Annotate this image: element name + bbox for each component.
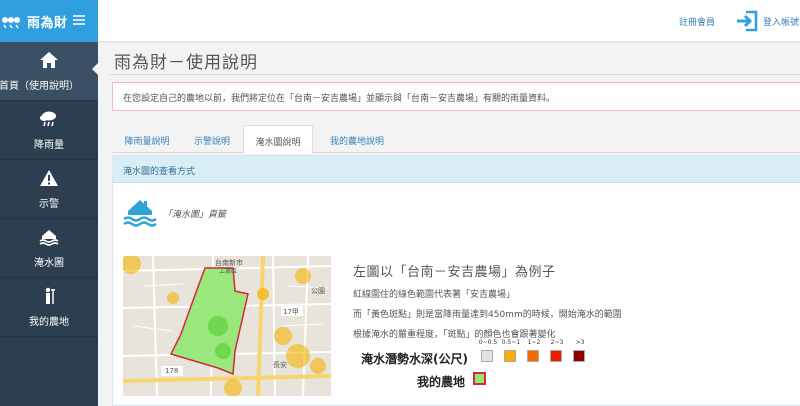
legend-item-label: 1~2	[527, 339, 541, 346]
legend-item-label: 0.5~1	[501, 339, 521, 346]
flood-house-icon	[39, 228, 59, 249]
map-label-road: 178	[165, 367, 179, 375]
login-link[interactable]: 登入帳號	[763, 15, 799, 28]
map-label-district: 工業區	[219, 268, 238, 275]
sidebar-item-label: 降雨量	[34, 139, 64, 151]
legend-item: 2~3	[546, 339, 568, 365]
warning-icon	[39, 169, 59, 190]
legend-item: >3	[569, 339, 591, 365]
tab-flood-map-help[interactable]: 淹水圖說明	[243, 125, 313, 154]
tab-warning-help[interactable]: 示警說明	[184, 125, 240, 153]
flood-house-icon	[123, 196, 157, 228]
cloud-drops-icon	[1, 14, 21, 29]
legend-item: 0.5~1	[500, 339, 522, 365]
farm-legend-label: 我的農地	[417, 375, 466, 389]
sidebar-item-warning[interactable]: 示警	[0, 160, 98, 219]
legend-item-label: 2~3	[550, 339, 564, 346]
description-line: 而「黃色斑點」則是當降雨量達到450mm的時候，開始淹水的範圍	[353, 310, 622, 320]
example-caption: 左圖以「台南－安吉農場」為例子	[353, 265, 556, 280]
hamburger-icon[interactable]	[73, 15, 85, 25]
legend-item: 1~2	[523, 339, 545, 365]
sidebar-item-label: 示警	[39, 198, 59, 210]
description-line: 紅線圍住的綠色範圍代表著「安吉農場」	[353, 290, 516, 300]
info-alert: 在您設定自己的農地以前，我們將定位在「台南－安吉農場」並顯示與「台南－安吉農場」…	[112, 82, 800, 111]
legend-title: 淹水潛勢水深(公尺)	[361, 352, 468, 366]
sidebar-item-rainfall[interactable]: 降雨量	[0, 101, 98, 160]
panel-heading: 淹水圖的查看方式	[113, 156, 800, 183]
sign-in-icon[interactable]	[736, 10, 758, 32]
sidebar-item-flood-map[interactable]: 淹水圖	[0, 219, 98, 278]
main-content: 雨為財－使用說明 在您設定自己的農地以前，我們將定位在「台南－安吉農場」並顯示與…	[98, 43, 800, 406]
farm-swatch	[473, 372, 486, 385]
tab-rainfall-help[interactable]: 降雨量說明	[112, 125, 182, 153]
rain-cloud-icon	[39, 110, 59, 131]
brand-name[interactable]: 雨為財	[27, 12, 68, 31]
flood-help-panel: 淹水圖的查看方式 「淹水圖」頁籤 台南新市 工業區 17甲 公園 178 長安 …	[112, 155, 800, 406]
tab-my-farm-help[interactable]: 我的農地說明	[317, 125, 397, 153]
brand-bar: 雨為財	[0, 0, 98, 42]
sidebar: 雨為財 首頁（使用說明） 降雨量 示警 淹水圖 我的農地	[0, 0, 99, 406]
map-label-place: 長安	[273, 361, 287, 369]
sidebar-item-home[interactable]: 首頁（使用說明）	[0, 42, 99, 101]
legend-item-label: 0~0.5	[478, 339, 498, 346]
legend-item-label: >3	[575, 339, 585, 346]
sidebar-nav: 首頁（使用說明） 降雨量 示警 淹水圖 我的農地	[0, 42, 99, 337]
example-flood-map: 台南新市 工業區 17甲 公園 178 長安	[123, 256, 331, 396]
tab-bar: 降雨量說明 示警說明 淹水圖說明 我的農地說明	[112, 125, 800, 154]
legend-swatch	[527, 350, 539, 362]
legend-item: 0~0.5	[477, 339, 499, 365]
home-icon	[39, 51, 59, 72]
legend-swatch	[550, 350, 562, 362]
legend-swatch	[573, 350, 585, 362]
legend-swatches: 0~0.5 0.5~1 1~2 2~3 >3	[477, 339, 597, 365]
legend-swatch	[504, 350, 516, 362]
sidebar-item-label: 我的農地	[29, 316, 69, 328]
map-label-road: 17甲	[283, 308, 299, 316]
map-label-park: 公園	[311, 287, 325, 295]
page-title: 雨為財－使用說明	[114, 53, 258, 73]
legend-swatch	[481, 350, 493, 362]
sidebar-item-label: 淹水圖	[34, 257, 64, 269]
flood-tab-caption: 「淹水圖」頁籤	[163, 210, 227, 220]
title-divider	[110, 74, 800, 75]
farmer-icon	[39, 287, 59, 308]
my-farm-legend: 我的農地	[417, 371, 486, 390]
top-bar: 註冊會員 登入帳號	[98, 0, 800, 42]
register-link[interactable]: 註冊會員	[679, 15, 715, 28]
example-description: 左圖以「台南－安吉農場」為例子 紅線圍住的綠色範圍代表著「安吉農場」 而「黃色斑…	[353, 261, 793, 340]
sidebar-item-label: 首頁（使用說明）	[0, 80, 79, 92]
sidebar-item-my-farm[interactable]: 我的農地	[0, 278, 98, 337]
